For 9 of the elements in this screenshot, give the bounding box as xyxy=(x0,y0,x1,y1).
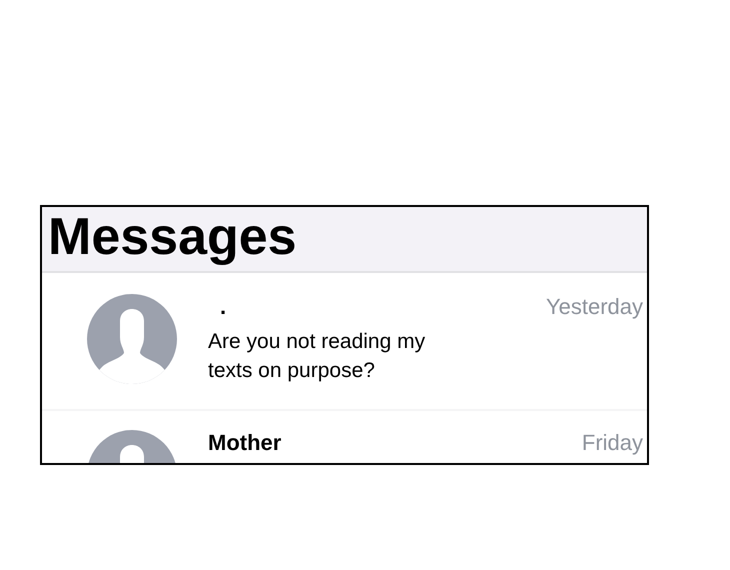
page-title: Messages xyxy=(48,211,297,263)
conversation-row[interactable]: . Yesterday Are you not reading my texts on purpose? xyxy=(42,273,647,411)
contact-name: Mother xyxy=(208,429,282,456)
contact-name: . xyxy=(219,293,226,320)
message-time: Friday xyxy=(582,429,643,456)
avatar-icon xyxy=(86,293,178,385)
message-preview: Are you not reading my texts on purpose? xyxy=(208,328,426,384)
conversation-row[interactable]: Mother Friday xyxy=(42,411,647,463)
message-time: Yesterday xyxy=(546,293,643,320)
